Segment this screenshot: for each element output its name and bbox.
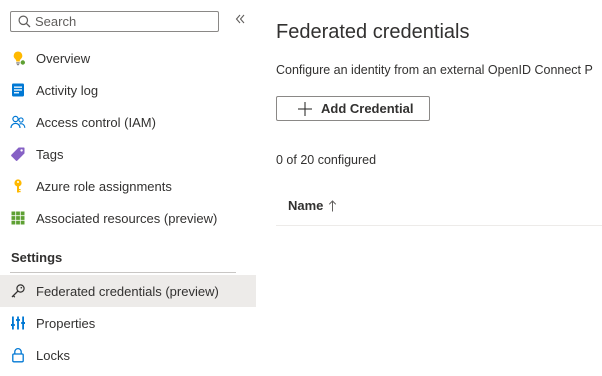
- sidebar-item-properties[interactable]: Properties: [0, 307, 256, 339]
- sidebar-item-label: Associated resources (preview): [36, 210, 218, 226]
- add-credential-label: Add Credential: [321, 101, 414, 116]
- people-icon: [10, 114, 26, 130]
- sidebar-item-overview[interactable]: Overview: [0, 42, 256, 74]
- sidebar-item-access-control[interactable]: Access control (IAM): [0, 106, 256, 138]
- sidebar-item-label: Azure role assignments: [36, 178, 172, 194]
- sidebar-item-label: Federated credentials (preview): [36, 283, 219, 299]
- configured-count: 0 of 20 configured: [276, 153, 377, 167]
- sidebar-item-azure-role-assignments[interactable]: Azure role assignments: [0, 170, 256, 202]
- properties-icon: [10, 315, 26, 331]
- sidebar: Overview Activity log: [0, 0, 256, 376]
- plus-icon: [296, 100, 314, 118]
- activity-log-icon: [10, 82, 26, 98]
- table-header: Name: [276, 188, 602, 226]
- lightbulb-icon: [10, 50, 26, 66]
- key-outline-icon: [10, 283, 26, 299]
- sort-ascending-icon: [327, 199, 337, 213]
- sidebar-item-tags[interactable]: Tags: [0, 138, 256, 170]
- sidebar-item-locks[interactable]: Locks: [0, 339, 256, 371]
- sidebar-item-label: Tags: [36, 146, 64, 162]
- column-header-name[interactable]: Name: [288, 198, 337, 213]
- sidebar-item-associated-resources[interactable]: Associated resources (preview): [0, 202, 256, 234]
- page-description: Configure an identity from an external O…: [276, 63, 593, 77]
- section-divider: [10, 272, 236, 273]
- sidebar-item-label: Access control (IAM): [36, 114, 156, 130]
- search-icon: [17, 15, 31, 29]
- add-credential-button[interactable]: Add Credential: [276, 96, 430, 121]
- page-title: Federated credentials: [276, 21, 470, 43]
- settings-section-header: Settings: [11, 250, 63, 265]
- search-box[interactable]: [10, 11, 219, 32]
- main-content: Federated credentials Configure an ident…: [256, 0, 602, 376]
- grid-icon: [10, 210, 26, 226]
- sidebar-item-label: Properties: [36, 315, 96, 331]
- lock-icon: [10, 347, 26, 363]
- app-root: Overview Activity log: [0, 0, 602, 376]
- sidebar-item-federated-credentials[interactable]: Federated credentials (preview): [0, 275, 256, 307]
- column-header-label: Name: [288, 198, 324, 213]
- collapse-sidebar-button[interactable]: [232, 13, 248, 29]
- sidebar-item-label: Overview: [36, 50, 91, 66]
- key-icon: [10, 178, 26, 194]
- sidebar-item-label: Activity log: [36, 82, 99, 98]
- sidebar-item-activity-log[interactable]: Activity log: [0, 74, 256, 106]
- double-chevron-left-icon: [234, 12, 246, 30]
- tag-icon: [10, 146, 26, 162]
- sidebar-item-label: Locks: [36, 347, 70, 363]
- search-input[interactable]: [31, 12, 210, 31]
